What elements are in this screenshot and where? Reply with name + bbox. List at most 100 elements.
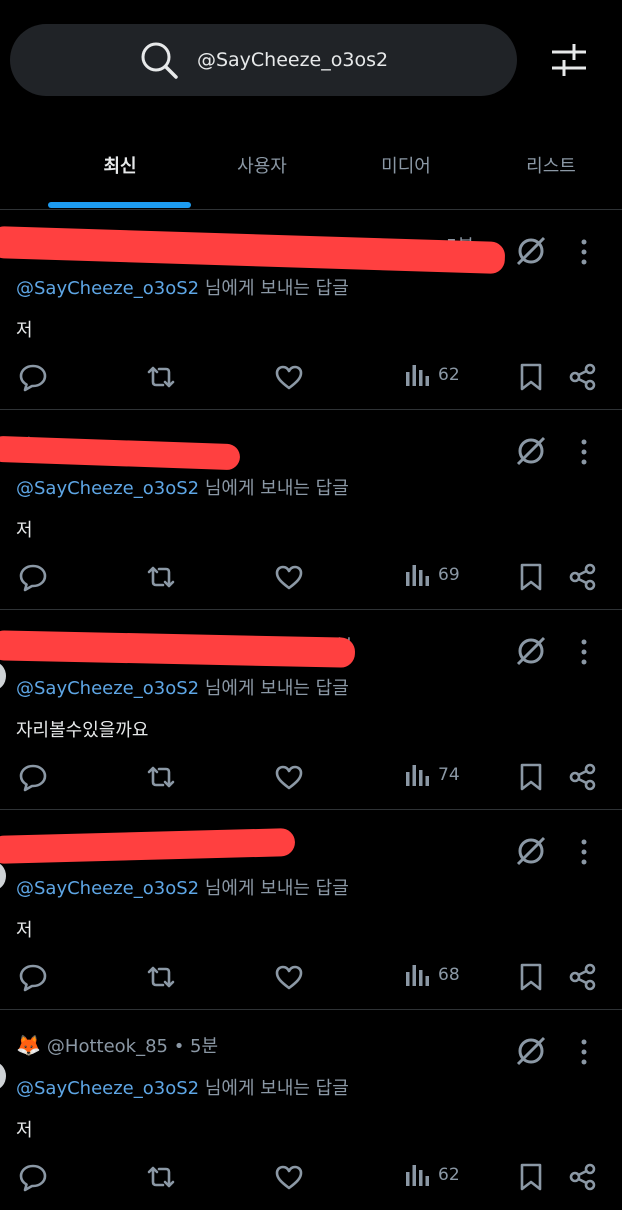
- reply-button[interactable]: [18, 962, 48, 992]
- views-icon: [406, 965, 429, 986]
- reply-button[interactable]: [18, 1162, 48, 1192]
- like-button[interactable]: [274, 762, 304, 792]
- avatar[interactable]: [0, 662, 6, 690]
- bookmark-icon: [520, 1163, 542, 1191]
- reply-mention-link[interactable]: @SayCheeze_o3oS2: [16, 1078, 199, 1099]
- tweet[interactable]: 🦊 @Hotteok_85 • 5분 @SayCheeze_o3oS2 님에게 …: [0, 1010, 622, 1210]
- active-tab-indicator: [48, 202, 191, 208]
- sliders-icon: [552, 44, 586, 76]
- bookmark-button[interactable]: [516, 362, 546, 392]
- tab-latest[interactable]: 최신: [103, 152, 136, 178]
- views-icon: [406, 565, 429, 586]
- tweet[interactable]: 분 @SayCheeze_o3oS2 님에게 보내는 답글 자리볼수있을까요 7…: [0, 610, 622, 810]
- reply-button[interactable]: [18, 762, 48, 792]
- like-button[interactable]: [274, 562, 304, 592]
- tab-people[interactable]: 사용자: [237, 152, 287, 178]
- views-button[interactable]: 74: [404, 762, 460, 788]
- reply-context: @SayCheeze_o3oS2 님에게 보내는 답글: [16, 874, 349, 900]
- repost-button[interactable]: [146, 1162, 176, 1192]
- share-button[interactable]: [568, 762, 598, 792]
- bookmark-button[interactable]: [516, 1162, 546, 1192]
- heart-icon: [275, 965, 303, 990]
- share-button[interactable]: [568, 362, 598, 392]
- more-options-icon[interactable]: [574, 838, 594, 866]
- heart-icon: [275, 565, 303, 590]
- share-button[interactable]: [568, 1162, 598, 1192]
- repost-button[interactable]: [146, 762, 176, 792]
- reply-suffix: 님에게 보내는 답글: [204, 878, 349, 899]
- repost-button[interactable]: [146, 362, 176, 392]
- tweet[interactable]: 산 @hong @SayCheeze_o3oS2 님에게 보내는 답글 저 69: [0, 410, 622, 610]
- reply-context: @SayCheeze_o3oS2 님에게 보내는 답글: [16, 474, 349, 500]
- tab-lists[interactable]: 리스트: [526, 152, 576, 178]
- reply-mention-link[interactable]: @SayCheeze_o3oS2: [16, 478, 199, 499]
- more-options-icon[interactable]: [574, 638, 594, 666]
- reply-icon: [19, 1164, 47, 1192]
- reply-mention-link[interactable]: @SayCheeze_o3oS2: [16, 278, 199, 299]
- grok-icon[interactable]: [514, 234, 548, 268]
- bookmark-button[interactable]: [516, 962, 546, 992]
- reply-icon: [19, 364, 47, 392]
- redaction-mark: [0, 630, 356, 668]
- redaction-mark: [0, 435, 241, 471]
- reply-suffix: 님에게 보내는 답글: [204, 678, 349, 699]
- redaction-mark: [0, 828, 296, 864]
- reply-icon: [19, 764, 47, 792]
- grok-icon[interactable]: [514, 434, 548, 468]
- like-button[interactable]: [274, 1162, 304, 1192]
- share-icon: [569, 963, 596, 991]
- views-count: 62: [438, 365, 460, 385]
- search-query[interactable]: @SayCheeze_o3os2: [197, 49, 388, 71]
- avatar[interactable]: [0, 1062, 6, 1090]
- tweet-text: 자리볼수있을까요: [16, 720, 149, 741]
- more-options-icon[interactable]: [574, 1038, 594, 1066]
- reply-context: @SayCheeze_o3oS2 님에게 보내는 답글: [16, 674, 349, 700]
- tweet-text: 저: [16, 920, 33, 941]
- bookmark-button[interactable]: [516, 762, 546, 792]
- reply-mention-link[interactable]: @SayCheeze_o3oS2: [16, 878, 199, 899]
- search-filter-button[interactable]: [548, 40, 590, 80]
- search-icon: [141, 42, 178, 79]
- share-icon: [569, 563, 596, 591]
- tweet[interactable]: @SayCheeze_o3oS2 님에게 보내는 답글 저 68: [0, 810, 622, 1010]
- heart-icon: [275, 365, 303, 390]
- views-icon: [406, 365, 429, 386]
- grok-icon[interactable]: [514, 1034, 548, 1068]
- views-count: 74: [438, 765, 460, 785]
- heart-icon: [275, 765, 303, 790]
- repost-icon: [147, 766, 175, 788]
- share-icon: [569, 363, 596, 391]
- search-bar[interactable]: @SayCheeze_o3os2: [10, 24, 517, 96]
- more-options-icon[interactable]: [574, 438, 594, 466]
- views-icon: [406, 765, 429, 786]
- reply-mention-link[interactable]: @SayCheeze_o3oS2: [16, 678, 199, 699]
- reply-suffix: 님에게 보내는 답글: [204, 1078, 349, 1099]
- views-button[interactable]: 62: [404, 1162, 460, 1188]
- reply-button[interactable]: [18, 562, 48, 592]
- grok-icon[interactable]: [514, 834, 548, 868]
- tweet-text: 저: [16, 320, 33, 341]
- grok-icon[interactable]: [514, 634, 548, 668]
- reply-button[interactable]: [18, 362, 48, 392]
- tweet[interactable]: 5분 @SayCheeze_o3oS2 님에게 보내는 답글 저 62: [0, 210, 622, 410]
- tweet-author-handle-time[interactable]: @Hotteok_85 • 5분: [47, 1032, 218, 1058]
- views-button[interactable]: 62: [404, 362, 460, 388]
- bookmark-icon: [520, 363, 542, 391]
- more-options-icon[interactable]: [574, 238, 594, 266]
- like-button[interactable]: [274, 962, 304, 992]
- share-button[interactable]: [568, 962, 598, 992]
- repost-button[interactable]: [146, 962, 176, 992]
- tab-media[interactable]: 미디어: [381, 152, 431, 178]
- views-button[interactable]: 68: [404, 962, 460, 988]
- bookmark-icon: [520, 763, 542, 791]
- reply-suffix: 님에게 보내는 답글: [204, 478, 349, 499]
- like-button[interactable]: [274, 362, 304, 392]
- reply-icon: [19, 964, 47, 992]
- avatar[interactable]: [0, 862, 6, 890]
- share-button[interactable]: [568, 562, 598, 592]
- views-count: 69: [438, 565, 460, 585]
- views-button[interactable]: 69: [404, 562, 460, 588]
- bookmark-button[interactable]: [516, 562, 546, 592]
- repost-button[interactable]: [146, 562, 176, 592]
- repost-icon: [147, 1166, 175, 1188]
